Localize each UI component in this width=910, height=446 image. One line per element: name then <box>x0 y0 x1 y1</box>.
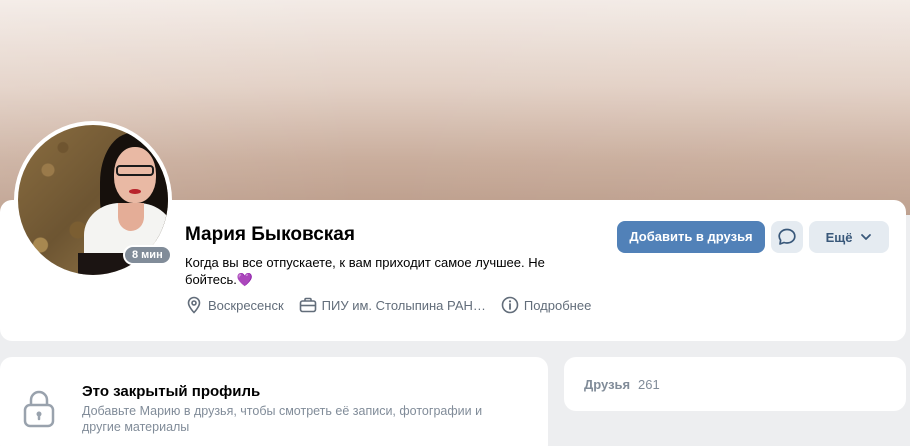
more-button[interactable]: Ещё <box>809 221 889 253</box>
location-icon <box>187 296 201 314</box>
friends-label[interactable]: Друзья <box>584 377 630 392</box>
friends-count: 261 <box>638 377 660 392</box>
info-education[interactable]: ПИУ им. Столыпина РАН… <box>299 296 486 314</box>
info-city[interactable]: Воскресенск <box>185 296 284 314</box>
avatar-neck <box>118 203 144 231</box>
avatar-lips <box>129 189 141 194</box>
profile-name: Мария Быковская <box>185 224 355 245</box>
closed-profile-title: Это закрытый профиль <box>82 383 261 400</box>
profile-info-row: Воскресенск ПИУ им. Столыпина РАН… Подро… <box>185 295 606 315</box>
info-city-label: Воскресенск <box>208 297 284 313</box>
add-friend-button[interactable]: Добавить в друзья <box>617 221 765 253</box>
info-education-label: ПИУ им. Столыпина РАН… <box>321 297 486 313</box>
chevron-down-icon <box>861 234 872 240</box>
profile-status: Когда вы все отпускаете, к вам приходит … <box>185 254 565 288</box>
briefcase-icon <box>299 297 316 313</box>
purple-heart-icon: 💜 <box>236 272 254 287</box>
online-status-badge: 8 мин <box>123 245 172 265</box>
message-button[interactable] <box>771 221 803 253</box>
info-more-link[interactable]: Подробнее <box>501 296 591 314</box>
lock-icon <box>23 390 55 428</box>
message-icon <box>778 228 796 245</box>
info-more-label: Подробнее <box>523 297 592 313</box>
info-icon <box>501 296 519 314</box>
avatar-glasses <box>116 165 154 176</box>
more-button-label: Ещё <box>825 229 853 245</box>
closed-profile-description: Добавьте Марию в друзья, чтобы смотреть … <box>82 404 483 434</box>
